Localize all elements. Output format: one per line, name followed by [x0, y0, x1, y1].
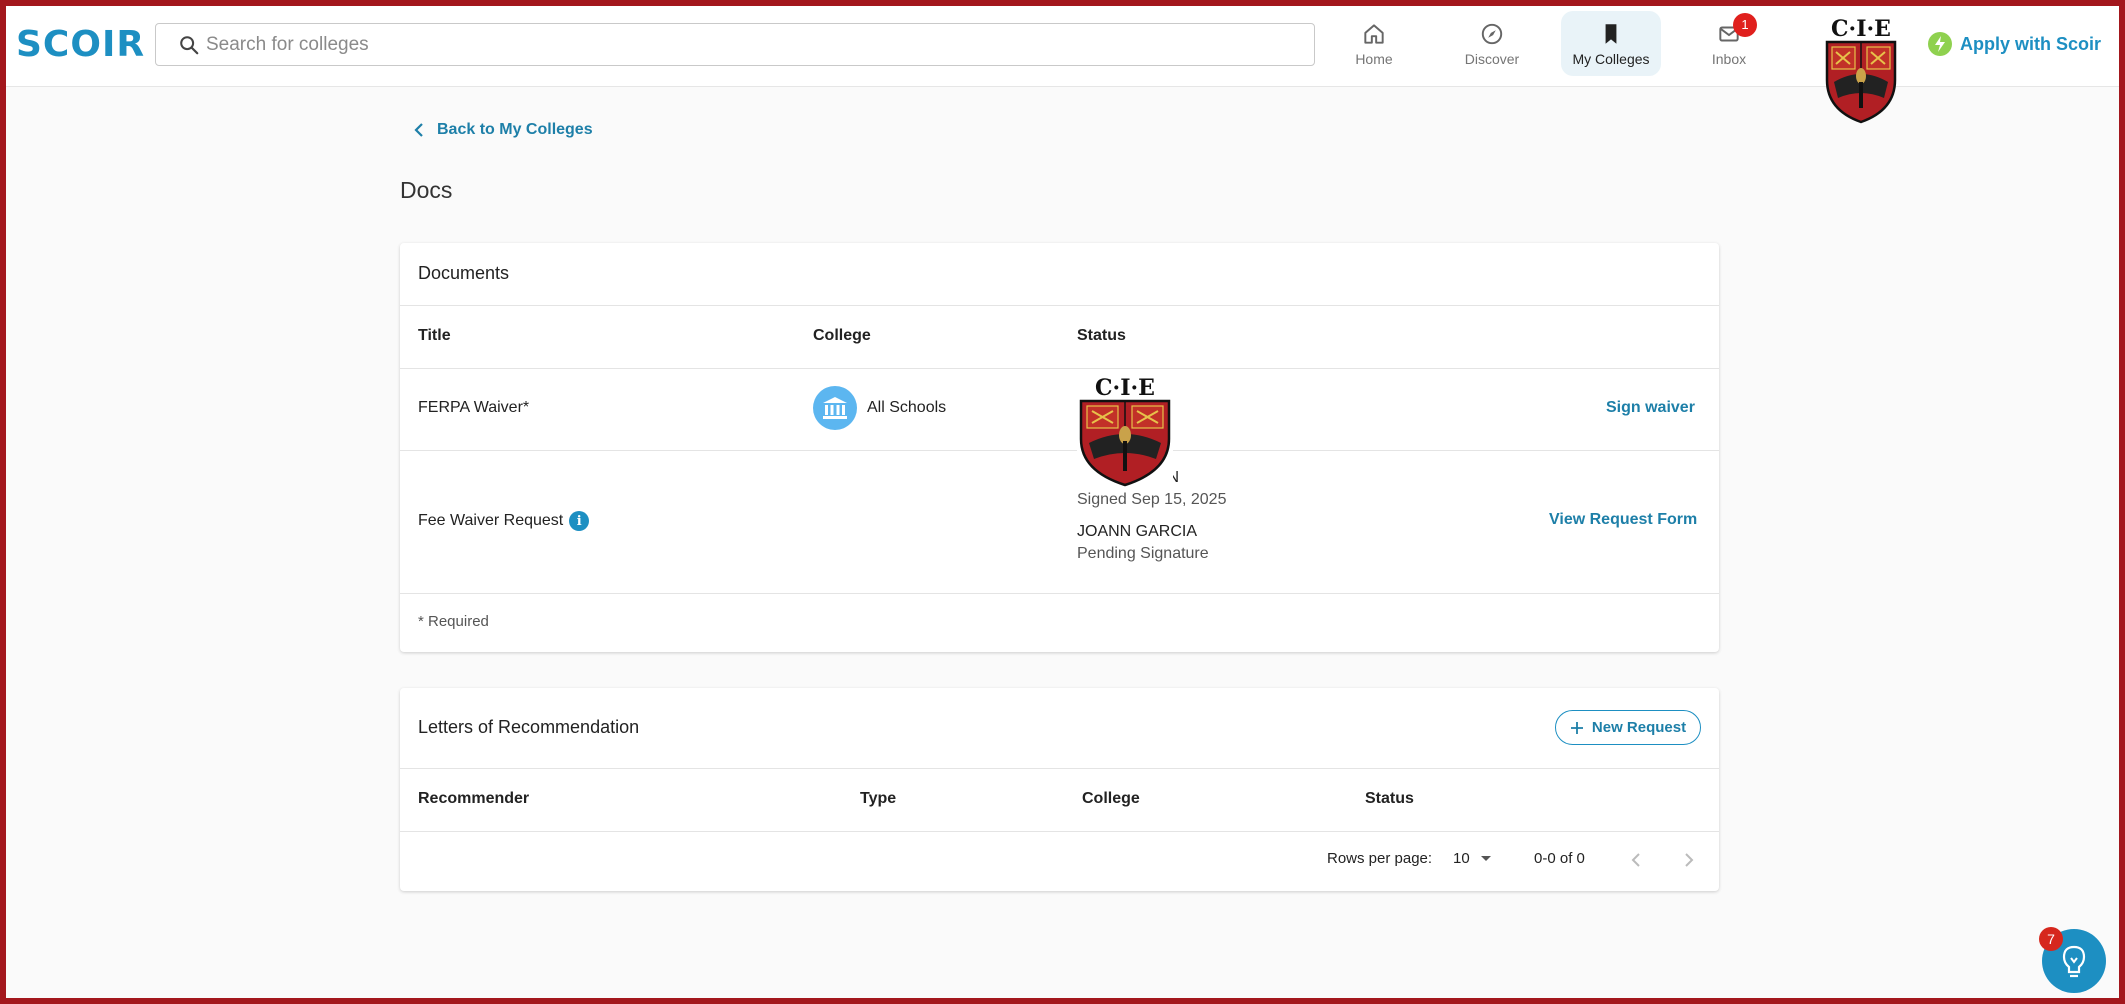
status-signed-date: Signed Sep 15, 2025	[1077, 491, 1227, 508]
new-request-label: New Request	[1591, 719, 1687, 736]
nav-home[interactable]: Home	[1324, 11, 1424, 76]
document-college-all-schools: All Schools	[867, 399, 947, 416]
back-to-my-colleges-link[interactable]: Back to My Colleges	[413, 121, 593, 139]
column-header-title: Title	[418, 327, 451, 344]
divider	[400, 450, 1719, 451]
compass-icon	[1481, 23, 1503, 45]
document-title-ferpa: FERPA Waiver*	[418, 399, 530, 416]
cie-logo-text: C·I·E	[1831, 16, 1891, 42]
letters-title: Letters of Recommendation	[418, 717, 640, 737]
home-icon	[1364, 24, 1384, 44]
search-bar[interactable]	[155, 23, 1315, 66]
inbox-badge: 1	[1733, 13, 1757, 37]
nav-discover[interactable]: Discover	[1442, 11, 1542, 76]
nav-my-colleges-label: My Colleges	[1572, 51, 1650, 67]
chevron-left-icon	[414, 123, 423, 137]
documents-title: Documents	[418, 263, 510, 283]
next-page-icon[interactable]	[1683, 852, 1695, 868]
nav-home-label: Home	[1355, 51, 1393, 67]
search-icon	[180, 36, 199, 55]
column-header-status: Status	[1077, 327, 1126, 344]
lightbulb-icon	[2062, 945, 2086, 978]
scoir-logo[interactable]: SCOIR	[16, 24, 145, 65]
new-request-button[interactable]: New Request	[1555, 710, 1701, 745]
apply-label: Apply with Scoir	[1960, 33, 2102, 54]
required-footnote: * Required	[418, 613, 489, 630]
previous-page-icon[interactable]	[1630, 852, 1642, 868]
info-icon[interactable]: i	[569, 511, 590, 531]
pagination-range: 0-0 of 0	[1534, 850, 1585, 867]
documents-card: Documents Title College Status FERPA Wai…	[400, 243, 1719, 652]
divider	[400, 831, 1719, 832]
column-header-type: Type	[860, 790, 897, 807]
sign-waiver-link[interactable]: Sign waiver	[1606, 399, 1695, 417]
rows-per-page-label: Rows per page:	[1327, 850, 1433, 867]
view-request-form-link[interactable]: View Request Form	[1549, 511, 1697, 529]
status-pending: Pending Signature	[1077, 545, 1209, 562]
nav-my-colleges[interactable]: My Colleges	[1561, 11, 1661, 76]
letters-card: Letters of Recommendation New Request Re…	[400, 688, 1719, 891]
fee-waiver-title-label: Fee Waiver Request	[418, 512, 564, 530]
school-building-icon	[813, 386, 857, 430]
nav-inbox[interactable]: Inbox 1	[1679, 11, 1779, 76]
cie-logo: C·I·E	[1825, 16, 1897, 124]
status-signer-name: JOANN GARCIA	[1077, 523, 1198, 540]
plus-icon	[1570, 721, 1583, 734]
apply-with-scoir-button[interactable]: Apply with Scoir	[1928, 30, 2101, 58]
cie-logo-overlay: C·I·E	[1077, 375, 1173, 487]
cie-overlay-text: C·I·E	[1095, 375, 1155, 401]
page-title: Docs	[400, 177, 453, 203]
help-badge: 7	[2039, 927, 2063, 951]
document-title-fee-waiver: Fee Waiver Request i	[418, 511, 590, 531]
divider	[400, 768, 1719, 769]
column-header-recommender: Recommender	[418, 790, 530, 807]
column-header-status: Status	[1365, 790, 1414, 807]
nav-inbox-label: Inbox	[1711, 51, 1747, 67]
divider	[400, 305, 1719, 306]
search-input[interactable]	[206, 24, 1296, 65]
rows-per-page-value: 10	[1453, 850, 1470, 867]
bolt-icon	[1928, 32, 1952, 56]
bookmark-icon	[1605, 24, 1617, 44]
rows-per-page-select[interactable]: 10	[1453, 850, 1492, 867]
top-navigation-bar: SCOIR Home Discover My Colleges Inbox 1	[0, 0, 2125, 124]
column-header-college: College	[813, 327, 871, 344]
column-header-college: College	[1082, 790, 1140, 807]
divider	[400, 368, 1719, 369]
nav-discover-label: Discover	[1464, 51, 1520, 67]
caret-down-icon	[1480, 856, 1491, 861]
back-link-label: Back to My Colleges	[437, 121, 593, 138]
divider	[400, 593, 1719, 594]
